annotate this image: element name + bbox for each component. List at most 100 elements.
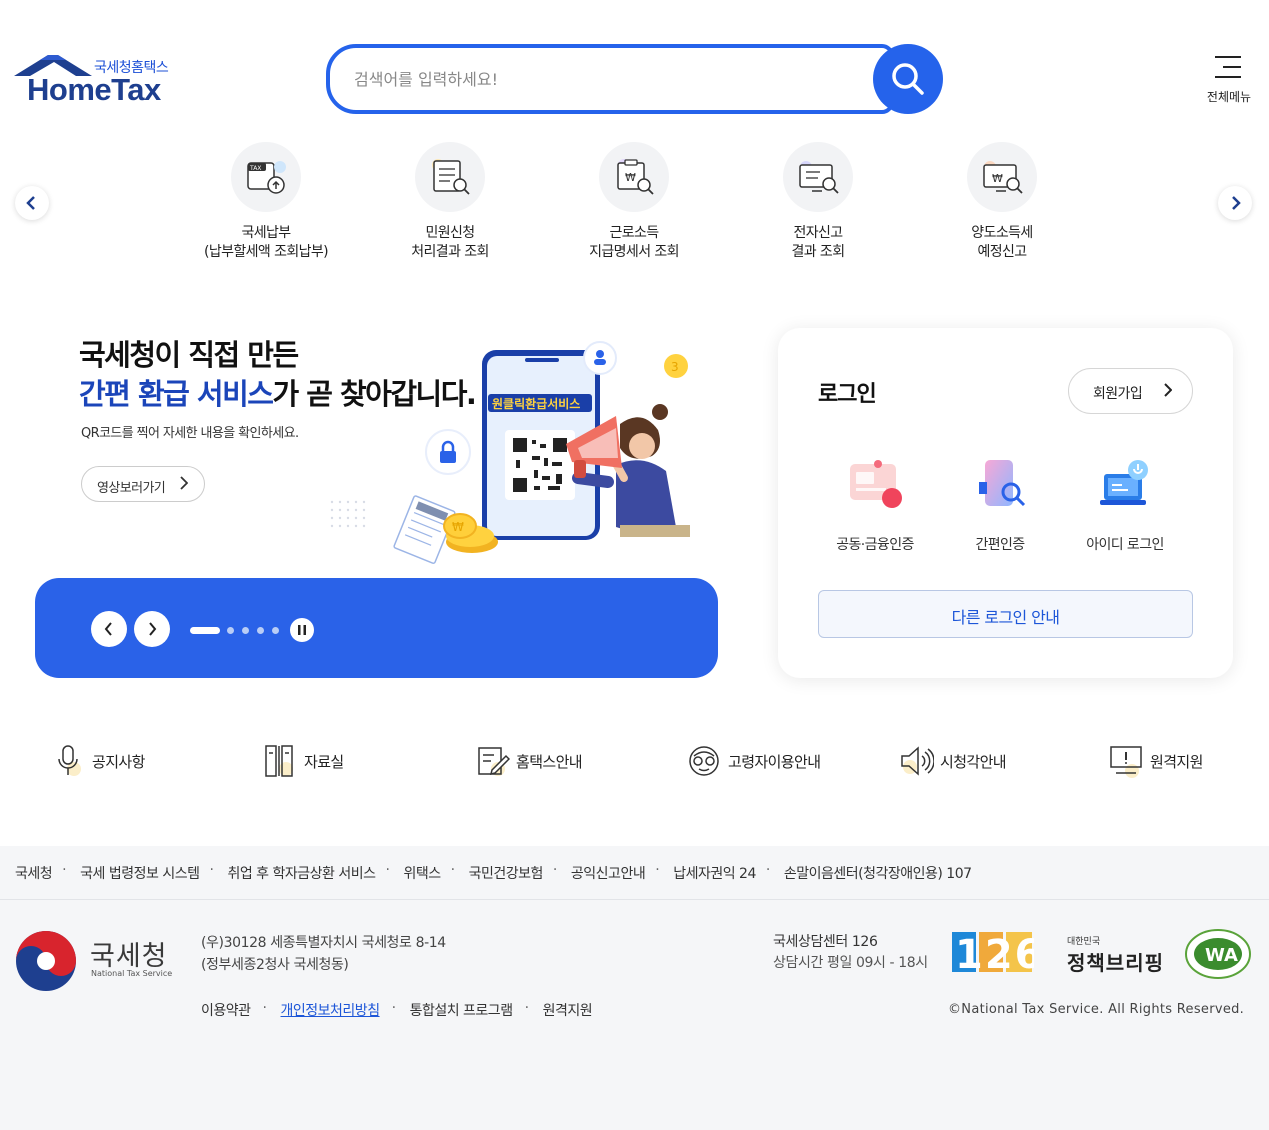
copyright: ©National Tax Service. All Rights Reserv…	[948, 1002, 1245, 1017]
privacy-policy-link[interactable]: 개인정보처리방침	[263, 1000, 381, 1020]
footer-bottom-links: 이용약관 개인정보처리방침 통합설치 프로그램 원격지원	[201, 1000, 622, 1020]
certificate-icon	[850, 460, 902, 508]
quick-menu-label: 민원신청	[425, 225, 475, 241]
footer: 국세청 국세 법령정보 시스템 취업 후 학자금상환 서비스 위택스 국민건강보…	[0, 846, 1269, 1130]
search-icon	[892, 63, 924, 95]
shortcut-archive[interactable]: 자료실	[262, 743, 344, 779]
footer-link[interactable]: 손말이음센터(청각장애인용) 107	[766, 862, 972, 883]
banner-subtitle: QR코드를 찍어 자세한 내용을 확인하세요.	[81, 426, 299, 441]
quick-menu-prev-button[interactable]	[15, 186, 49, 220]
certificate-login-option[interactable]: 공동·금융인증	[815, 456, 935, 554]
web-accessibility-mark[interactable]: WA	[1183, 928, 1253, 984]
video-button-label: 영상보러가기	[97, 481, 166, 496]
simple-auth-login-option[interactable]: 간편인증	[940, 456, 1060, 554]
phone-screen-label: 원클릭환급서비스	[492, 396, 580, 411]
speaker-icon	[901, 746, 934, 776]
quick-menu-item-tax-payment[interactable]: TAX 국세납부 (납부할세액 조회납부)	[176, 142, 356, 262]
chevron-left-icon	[104, 622, 112, 636]
quick-menu-sublabel: 처리결과 조회	[411, 244, 489, 260]
banner-dot-5[interactable]	[272, 627, 279, 634]
shortcut-label: 홈택스안내	[516, 752, 583, 771]
quick-menu-item-civil-petition[interactable]: 민원신청처리결과 조회	[360, 142, 540, 262]
search-box	[326, 44, 894, 114]
quick-menu-label: 양도소득세	[971, 225, 1033, 241]
quick-menu-label: 국세납부	[241, 225, 291, 241]
install-program-link[interactable]: 통합설치 프로그램	[392, 1000, 514, 1020]
footer-link[interactable]: 국민건강보험	[451, 862, 544, 883]
hometax-logo[interactable]: 국세청홈택스 HomeTax	[14, 54, 184, 110]
chevron-right-icon	[1164, 383, 1172, 397]
footer-link[interactable]: 취업 후 학자금상환 서비스	[209, 862, 376, 883]
policy-briefing-logo[interactable]: 대한민국 정책브리핑	[1067, 934, 1164, 976]
archive-icon	[265, 745, 293, 777]
footer-link-bar: 국세청 국세 법령정보 시스템 취업 후 학자금상환 서비스 위택스 국민건강보…	[0, 846, 1269, 900]
banner-prev-button[interactable]	[91, 611, 127, 647]
footer-link[interactable]: 납세자권익 24	[655, 862, 756, 883]
certificate-login-label: 공동·금융인증	[836, 537, 914, 553]
svg-text:₩: ₩	[992, 172, 1003, 185]
quick-menu-next-button[interactable]	[1218, 186, 1252, 220]
policy-briefing-small: 대한민국	[1067, 937, 1101, 947]
footer-link[interactable]: 공익신고안내	[553, 862, 646, 883]
call-center-hours: 상담시간 평일 09시 - 18시	[773, 955, 928, 971]
other-login-guide-button[interactable]: 다른 로그인 안내	[818, 590, 1193, 638]
senior-icon	[689, 746, 719, 776]
shortcut-audiovisual-guide[interactable]: 시청각안내	[898, 743, 1007, 779]
hamburger-icon	[1215, 56, 1241, 86]
chevron-right-icon	[1232, 196, 1241, 210]
footer-link[interactable]: 국세청	[15, 863, 53, 883]
login-title: 로그인	[818, 382, 877, 407]
quick-menu-item-e-filing[interactable]: 전자신고 결과 조회	[728, 142, 908, 262]
nts-emblem-icon	[16, 931, 76, 991]
shortcut-notice[interactable]: 공지사항	[50, 743, 145, 779]
footer-link[interactable]: 국세 법령정보 시스템	[62, 862, 200, 883]
quick-menu-item-earned-income[interactable]: ₩ 근로소득 지급명세서 조회	[544, 142, 724, 262]
chevron-right-icon	[180, 476, 188, 490]
svg-text:WA: WA	[1205, 945, 1238, 966]
footer-address-building: (정부세종2청사 국세청동)	[201, 957, 349, 973]
shortcut-label: 고령자이용안내	[728, 752, 821, 771]
call-center: 국세상담센터 126	[773, 934, 878, 950]
banner-dot-3[interactable]	[242, 627, 249, 634]
quick-menu-item-capital-gains[interactable]: ₩ 양도소득세 예정신고	[912, 142, 1092, 262]
simple-auth-icon	[979, 460, 1026, 507]
banner-next-button[interactable]	[134, 611, 170, 647]
footer-org-name: 국세청	[90, 941, 168, 972]
earned-income-icon: ₩	[599, 142, 669, 212]
full-menu-button[interactable]: 전체메뉴	[1200, 54, 1258, 106]
e-filing-icon	[783, 142, 853, 212]
tax-payment-icon: TAX	[231, 142, 301, 212]
shortcut-label: 자료실	[304, 752, 344, 771]
id-login-icon	[1100, 460, 1148, 505]
simple-auth-login-label: 간편인증	[975, 537, 1025, 553]
remote-support-link[interactable]: 원격지원	[525, 1000, 593, 1020]
banner-pause-button[interactable]	[290, 618, 314, 642]
shortcut-senior-guide[interactable]: 고령자이용안내	[686, 743, 821, 779]
banner-dot-4[interactable]	[257, 627, 264, 634]
chevron-left-icon	[26, 196, 35, 210]
video-button[interactable]: 영상보러가기	[81, 466, 205, 502]
login-card: 로그인 회원가입 공동·금융인증 간편인증 아이디 로그인 다른 로그인 안내	[778, 328, 1233, 678]
id-login-option[interactable]: 아이디 로그인	[1065, 456, 1185, 554]
quick-menu-sublabel: (납부할세액 조회납부)	[203, 244, 329, 260]
shortcut-label: 시청각안내	[940, 752, 1007, 771]
join-button[interactable]: 회원가입	[1068, 368, 1193, 414]
banner-illustration: 원클릭환급서비스 3 ₩	[330, 341, 690, 564]
hometax-page: 국세청홈택스 HomeTax 전체메뉴 TAX 국세납부 (납부할세액 조회납부)…	[0, 0, 1269, 1130]
join-button-label: 회원가입	[1093, 386, 1143, 402]
banner-title-line1: 국세청이 직접 만든	[79, 338, 299, 372]
banner-dot-2[interactable]	[227, 627, 234, 634]
terms-link[interactable]: 이용약관	[201, 1000, 251, 1020]
call-126-logo[interactable]: 126	[952, 930, 1034, 974]
search-button[interactable]	[873, 44, 943, 114]
shortcut-hometax-guide[interactable]: 홈택스안내	[474, 743, 583, 779]
footer-link[interactable]: 위택스	[385, 862, 441, 883]
banner-dot-1[interactable]	[190, 627, 220, 634]
footer-address: (우)30128 세종특별자치시 국세청로 8-14	[201, 935, 446, 951]
logo-title: HomeTax	[27, 72, 161, 107]
quick-menu-sublabel: 결과 조회	[791, 244, 846, 260]
shortcut-remote-support[interactable]: 원격지원	[1108, 743, 1203, 779]
svg-text:126: 126	[955, 932, 1034, 974]
svg-text:3: 3	[671, 360, 679, 374]
search-input[interactable]	[354, 64, 834, 94]
